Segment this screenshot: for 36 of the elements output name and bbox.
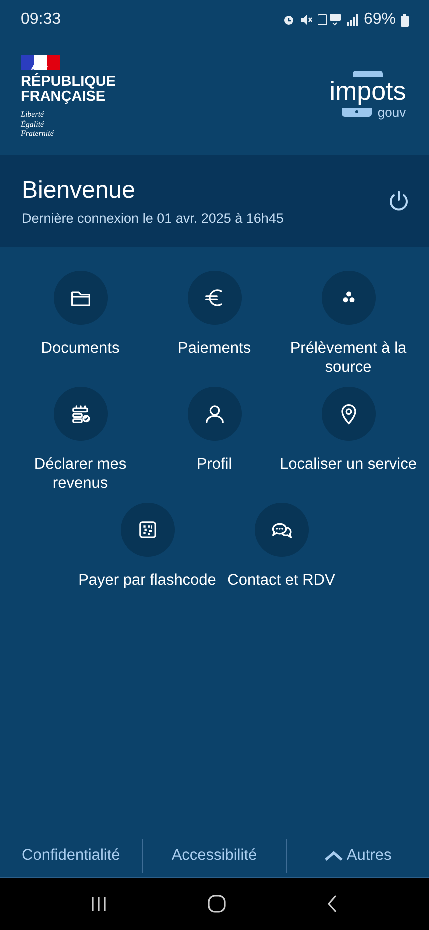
more-link[interactable]: Autres: [286, 839, 429, 873]
battery-icon: [401, 14, 409, 26]
logo-top-icon: [353, 71, 383, 77]
menu-tile[interactable]: Paiements: [148, 271, 282, 379]
brand-name: impots: [330, 77, 406, 105]
back-icon: [326, 894, 340, 914]
last-login-text: Dernière connexion le 01 avr. 2025 à 16h45: [22, 210, 284, 226]
mute-icon: [300, 14, 313, 26]
clock-time: 09:33: [21, 11, 62, 29]
motto-text: Égalité: [21, 120, 46, 129]
logout-button[interactable]: [387, 189, 411, 213]
home-icon: [206, 894, 226, 914]
welcome-title: Bienvenue: [22, 176, 136, 204]
footer-link[interactable]: Accessibilité: [143, 839, 286, 873]
menu-tile[interactable]: Localiser un service: [282, 387, 416, 495]
menu-tile[interactable]: Payer par flashcode: [80, 503, 214, 611]
menu-tile[interactable]: Contact et RDV: [214, 503, 348, 611]
power-icon: [387, 189, 411, 213]
flag-logo: [21, 55, 60, 70]
republic-title: RÉPUBLIQUE: [21, 75, 116, 90]
logo-bottom-icon: [342, 108, 372, 117]
menu-tile[interactable]: Déclarer mes revenus: [14, 387, 148, 495]
menu-tile[interactable]: Profil: [148, 387, 282, 495]
alarm-icon: [282, 14, 295, 26]
chevron-up-icon: [324, 850, 344, 862]
signal-icon: [346, 14, 359, 26]
republic-title: FRANÇAISE: [21, 90, 107, 105]
brand-suffix: gouv: [378, 105, 406, 120]
footer-link[interactable]: Confidentialité: [0, 839, 142, 873]
battery-percentage: 69%: [364, 11, 396, 29]
menu-tile[interactable]: Documents: [14, 271, 148, 379]
motto-text: Fraternité: [21, 129, 55, 138]
menu-tile[interactable]: Prélèvement à la source: [282, 271, 416, 379]
recent-apps-icon: [90, 895, 108, 913]
network-icon: [318, 14, 342, 26]
motto-text: Liberté: [21, 110, 46, 120]
